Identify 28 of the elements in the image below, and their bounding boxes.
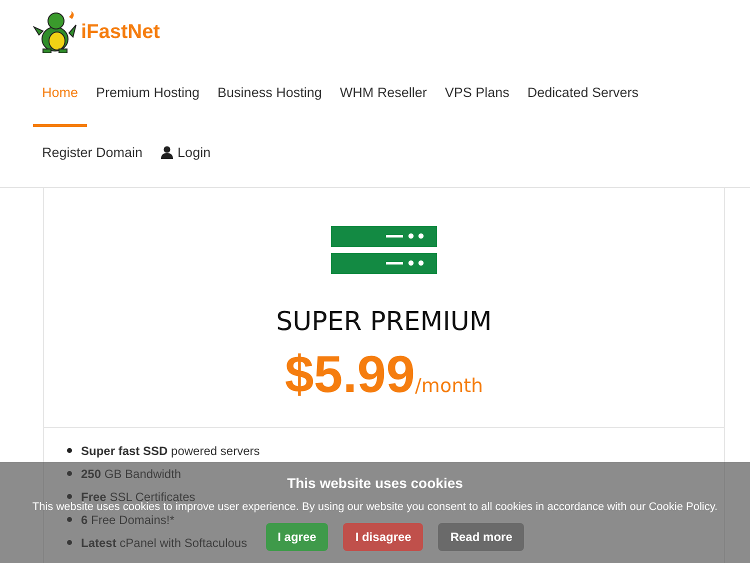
- read-more-button[interactable]: Read more: [438, 523, 524, 551]
- nav-link[interactable]: WHM Reseller: [330, 67, 436, 127]
- bullet-icon: [67, 448, 72, 453]
- server-icon: [331, 226, 437, 274]
- nav-link[interactable]: Login: [152, 127, 220, 187]
- cookie-text: This website uses cookies to improve user experience. By using our website you consent to all cookies in accordance with our Cookie Policy.: [32, 502, 718, 513]
- feature-item: Super fast SSD powered servers: [81, 444, 260, 458]
- dragon-logo-icon: [33, 11, 77, 53]
- bullet-icon: [67, 471, 72, 476]
- nav-link[interactable]: VPS Plans: [436, 67, 518, 127]
- bullet-icon: [67, 517, 72, 522]
- plan-price: $5.99: [284, 345, 416, 405]
- cookie-title: This website uses cookies: [287, 475, 463, 491]
- nav-link[interactable]: Dedicated Servers: [518, 67, 648, 127]
- feature-item: 250 GB Bandwidth: [81, 466, 182, 480]
- feature-item: 6 Free Domains!*: [81, 512, 174, 526]
- agree-button[interactable]: I agree: [266, 523, 328, 551]
- nav-link[interactable]: Premium Hosting: [87, 67, 209, 127]
- user-icon: [160, 146, 173, 158]
- bullet-icon: [67, 540, 72, 545]
- disagree-button[interactable]: I disagree: [343, 523, 424, 551]
- feature-item: Latest cPanel with Softaculous: [81, 536, 248, 550]
- price-period: /month: [415, 375, 484, 397]
- nav-link[interactable]: Register Domain: [33, 127, 152, 187]
- feature-item: Free SSL Certificates: [81, 490, 196, 504]
- plan-title: SUPER PREMIUM: [276, 307, 492, 337]
- nav-link[interactable]: Business Hosting: [208, 67, 331, 127]
- bullet-icon: [67, 494, 72, 499]
